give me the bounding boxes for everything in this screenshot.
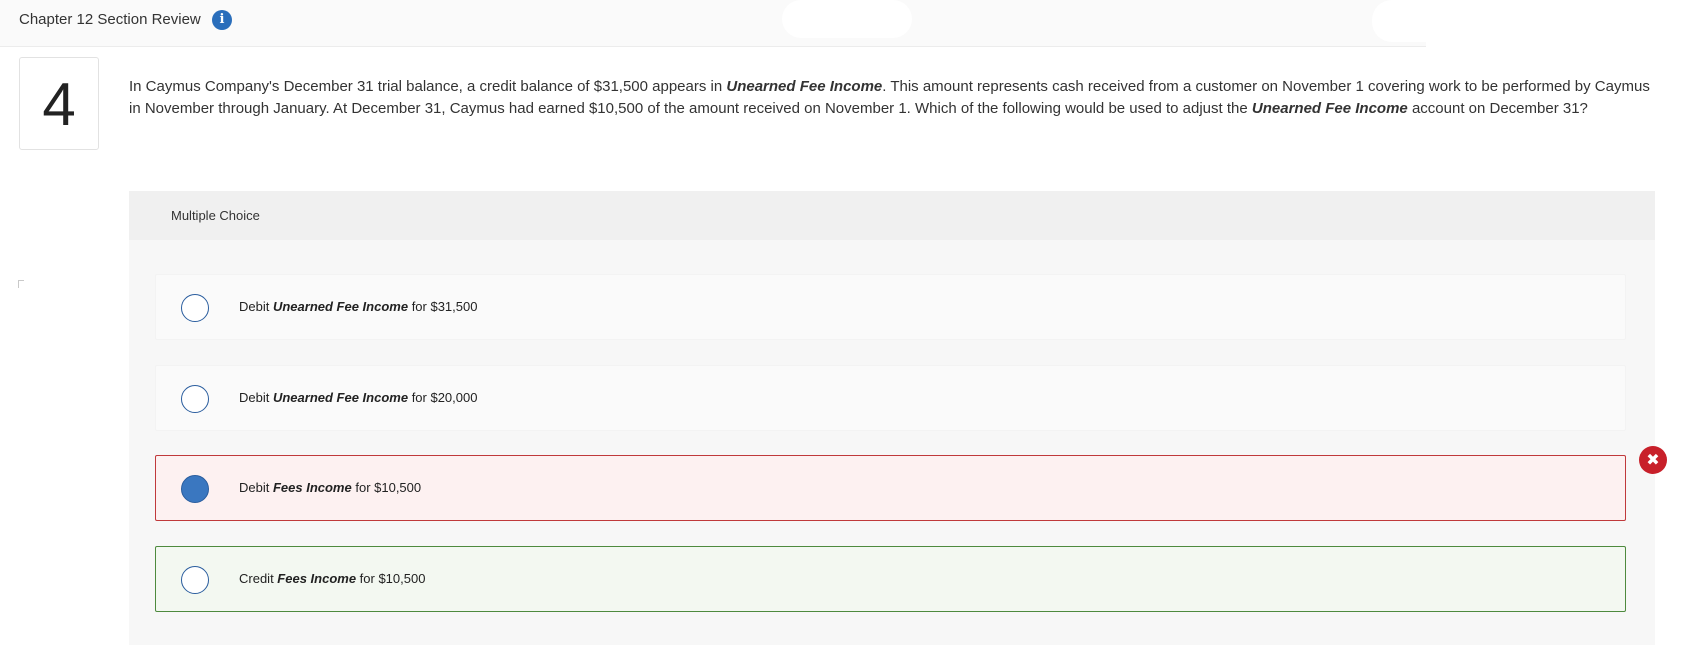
option-suffix: for $31,500 xyxy=(408,299,478,314)
option-suffix: for $20,000 xyxy=(408,390,478,405)
option-suffix: for $10,500 xyxy=(351,480,422,495)
option-account: Unearned Fee Income xyxy=(272,390,409,405)
toolbar-placeholder xyxy=(782,0,912,38)
radio-button[interactable] xyxy=(181,385,209,413)
answer-option-b[interactable]: Debit Unearned Fee Income for $20,000 xyxy=(155,365,1626,431)
question-text-part: account on December 31? xyxy=(1407,99,1588,117)
answer-option-c-incorrect[interactable]: Debit Fees Income for $10,500 ✖ xyxy=(155,446,1667,521)
question-text: In Caymus Company's December 31 trial ba… xyxy=(129,76,1659,119)
close-x-icon: ✖ xyxy=(1639,446,1667,474)
answer-option-label: Debit Unearned Fee Income for $31,500 xyxy=(239,299,477,314)
top-bar: Chapter 12 Section Review i xyxy=(0,0,1426,47)
info-icon[interactable]: i xyxy=(212,10,232,30)
answer-option-d-correct[interactable]: Credit Fees Income for $10,500 xyxy=(155,546,1626,612)
option-account: Fees Income xyxy=(272,480,352,495)
option-prefix: Debit xyxy=(239,390,273,405)
question-text-part: In Caymus Company's December 31 trial ba… xyxy=(129,78,727,95)
question-account-name: Unearned Fee Income xyxy=(726,78,883,95)
radio-button-selected[interactable] xyxy=(181,475,209,503)
assignment-title: Chapter 12 Section Review xyxy=(19,11,201,28)
option-account: Unearned Fee Income xyxy=(272,299,409,314)
option-account: Fees Income xyxy=(277,571,357,586)
option-prefix: Credit xyxy=(239,571,278,586)
radio-button[interactable] xyxy=(181,294,209,322)
multiple-choice-panel: Multiple Choice Debit Unearned Fee Incom… xyxy=(129,191,1667,645)
option-prefix: Debit xyxy=(239,299,273,314)
answer-option-label: Debit Fees Income for $10,500 xyxy=(239,480,421,495)
answer-option-label: Debit Unearned Fee Income for $20,000 xyxy=(239,390,477,405)
answer-option-label: Credit Fees Income for $10,500 xyxy=(239,571,425,586)
multiple-choice-label: Multiple Choice xyxy=(171,208,260,223)
option-suffix: for $10,500 xyxy=(356,571,426,586)
question-number: 4 xyxy=(19,57,99,150)
option-prefix: Debit xyxy=(239,480,273,495)
margin-marker xyxy=(18,280,24,288)
multiple-choice-header: Multiple Choice xyxy=(129,191,1655,240)
answer-option-a[interactable]: Debit Unearned Fee Income for $31,500 xyxy=(155,274,1626,340)
toolbar-placeholder-right xyxy=(1372,0,1682,42)
radio-button[interactable] xyxy=(181,566,209,594)
question-account-name: Unearned Fee Income xyxy=(1251,99,1408,117)
